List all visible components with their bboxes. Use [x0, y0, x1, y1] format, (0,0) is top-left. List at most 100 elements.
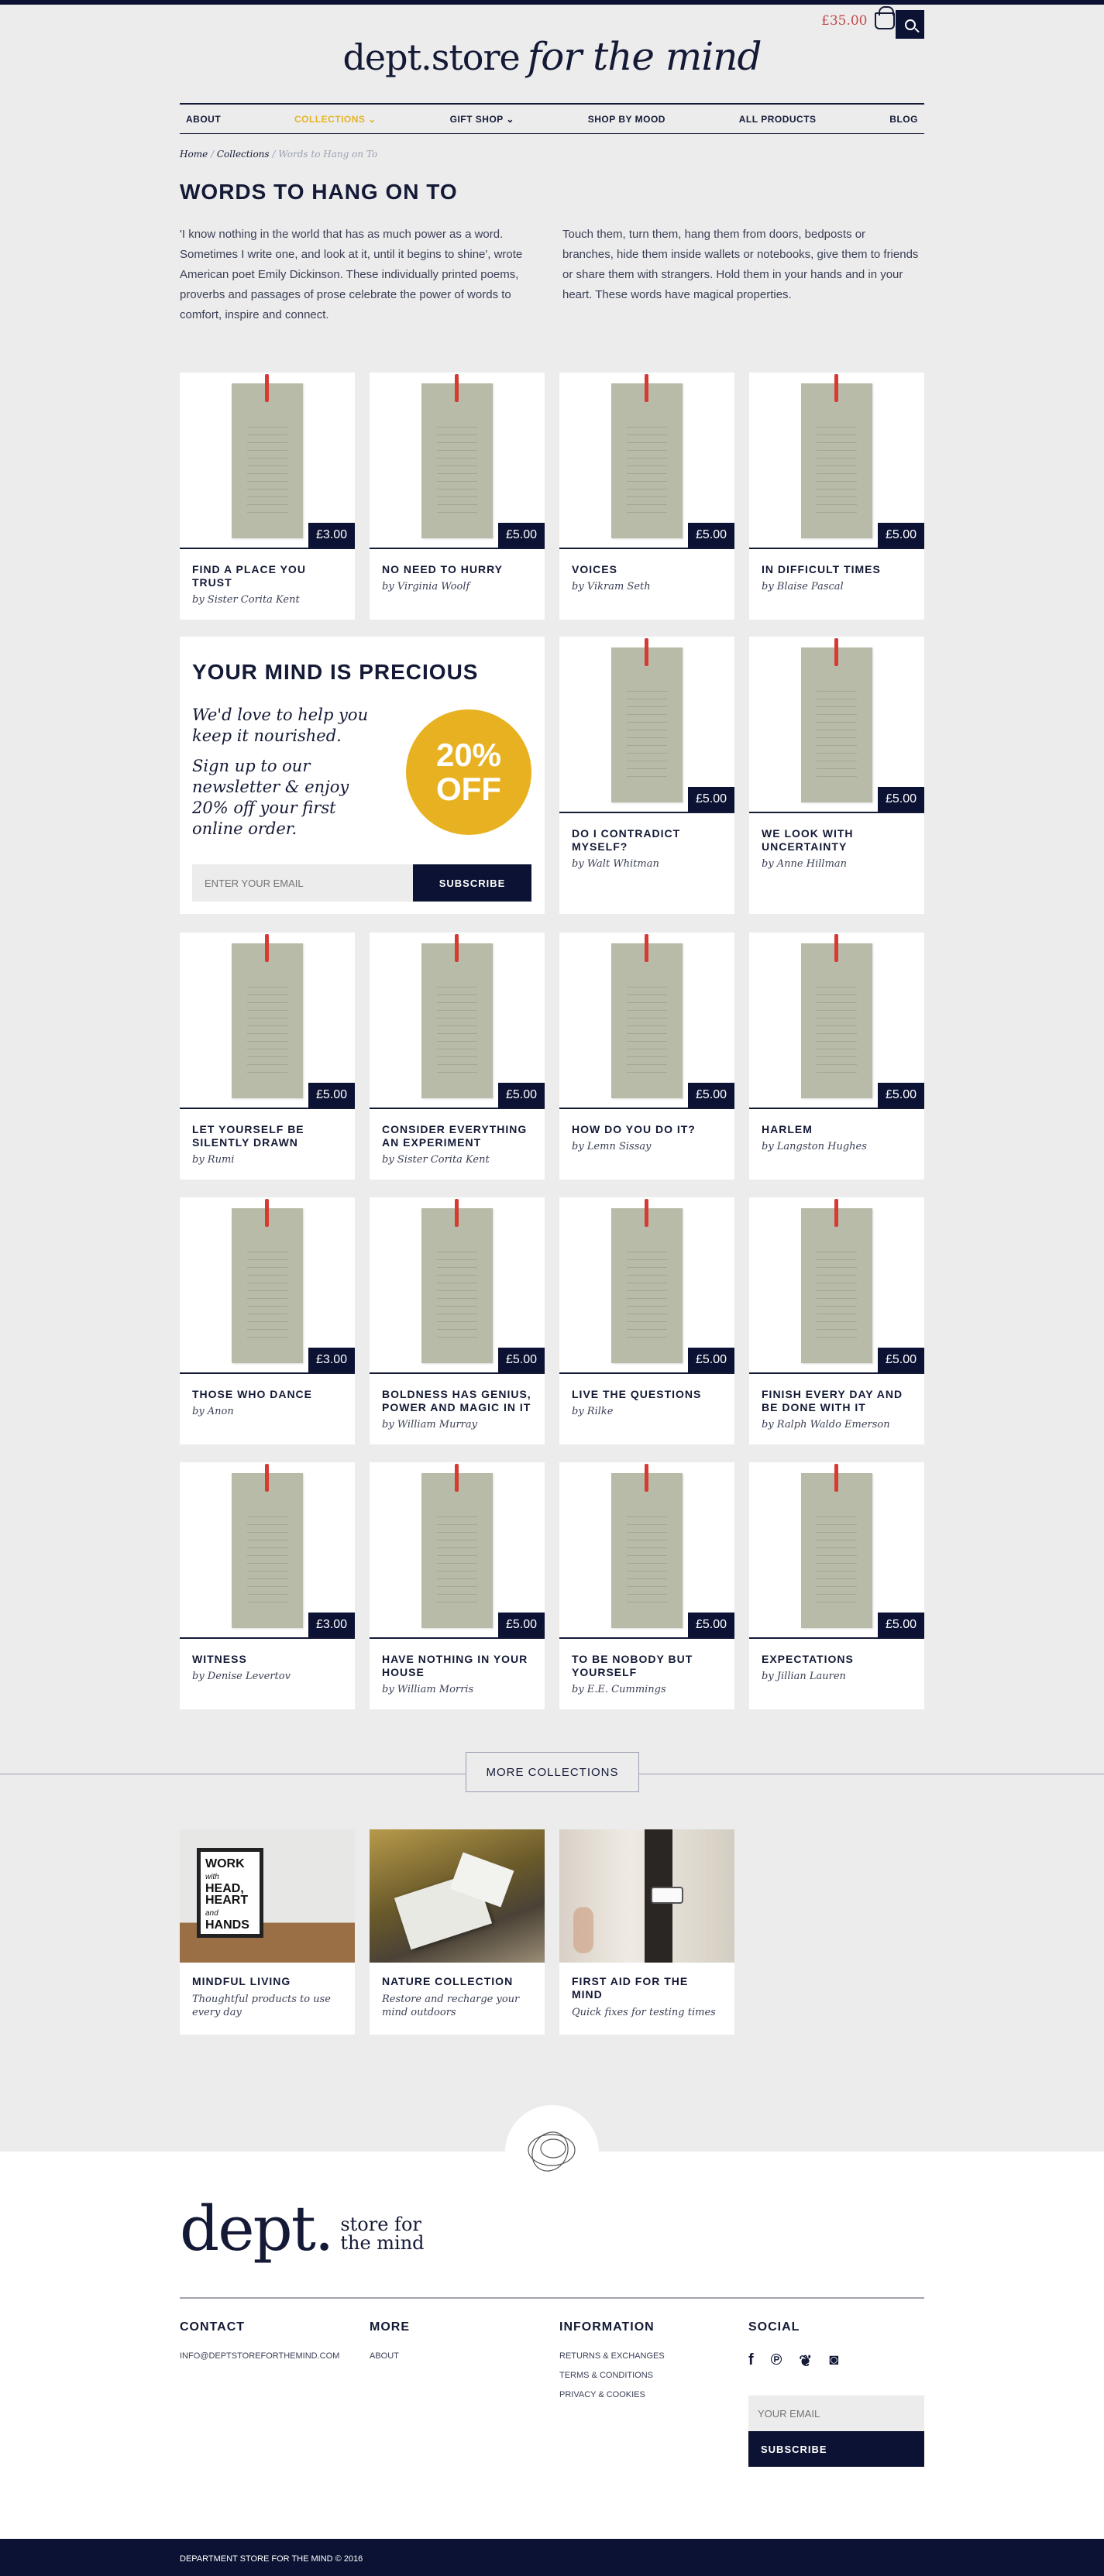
product-name[interactable]: WE LOOK WITH UNCERTAINTY: [762, 827, 912, 854]
contact-email-link[interactable]: INFO@DEPTSTOREFORTHEMIND.COM: [180, 2351, 339, 2361]
price-badge: £5.00: [687, 1613, 734, 1637]
product-card[interactable]: £5.00 EXPECTATIONS by Jillian Lauren: [749, 1462, 924, 1709]
newsletter-promo: YOUR MIND IS PRECIOUS We'd love to help …: [180, 637, 545, 914]
nav-about[interactable]: ABOUT: [186, 114, 221, 125]
nav-blog[interactable]: BLOG: [889, 114, 918, 125]
product-name[interactable]: IN DIFFICULT TIMES: [762, 563, 912, 576]
word-tag-image: [232, 1199, 303, 1363]
product-name[interactable]: CONSIDER EVERYTHING AN EXPERIMENT: [382, 1123, 532, 1149]
product-name[interactable]: THOSE WHO DANCE: [192, 1388, 342, 1401]
footer-email-input[interactable]: [748, 2396, 924, 2431]
twitter-icon[interactable]: ❦: [799, 2351, 812, 2371]
price-badge: £5.00: [687, 1348, 734, 1372]
price-badge: £5.00: [877, 787, 924, 812]
product-card[interactable]: £5.00 DO I CONTRADICT MYSELF? by Walt Whi…: [559, 637, 734, 914]
cart-total[interactable]: £35.00: [821, 13, 867, 29]
product-card[interactable]: £5.00 HARLEM by Langston Hughes: [749, 933, 924, 1180]
footer-subscribe-button[interactable]: SUBSCRIBE: [748, 2431, 924, 2467]
footer-logo[interactable]: dept. store for the mind: [180, 2198, 425, 2260]
promo-email-input[interactable]: [192, 864, 413, 902]
product-name[interactable]: TO BE NOBODY BUT YOURSELF: [572, 1653, 722, 1679]
product-card[interactable]: £5.00 LIVE THE QUESTIONS by Rilke: [559, 1197, 734, 1444]
instagram-icon[interactable]: ◙: [829, 2351, 838, 2371]
collection-name[interactable]: NATURE COLLECTION: [382, 1975, 532, 1988]
collection-card[interactable]: FIRST AID FOR THE MIND Quick fixes for te…: [559, 1829, 734, 2035]
product-author: by Anne Hillman: [762, 858, 848, 870]
breadcrumb-home[interactable]: Home: [180, 149, 208, 160]
product-name[interactable]: HOW DO YOU DO IT?: [572, 1123, 722, 1136]
product-name[interactable]: LET YOURSELF BE SILENTLY DRAWN: [192, 1123, 342, 1149]
product-author: by Sister Corita Kent: [382, 1154, 490, 1166]
product-card[interactable]: £5.00 NO NEED TO HURRY by Virginia Woolf: [370, 373, 545, 620]
product-name[interactable]: NO NEED TO HURRY: [382, 563, 532, 576]
footer-link-returns[interactable]: RETURNS & EXCHANGES: [559, 2351, 665, 2361]
product-name[interactable]: HARLEM: [762, 1123, 912, 1136]
product-card[interactable]: £5.00 IN DIFFICULT TIMES by Blaise Pascal: [749, 373, 924, 620]
product-name[interactable]: EXPECTATIONS: [762, 1653, 912, 1666]
price-badge: £5.00: [497, 523, 545, 548]
product-card[interactable]: £5.00 HOW DO YOU DO IT? by Lemn Sissay: [559, 933, 734, 1180]
copyright-bar: DEPARTMENT STORE FOR THE MIND © 2016: [0, 2539, 1104, 2576]
price-badge: £5.00: [877, 523, 924, 548]
price-badge: £3.00: [308, 523, 355, 548]
breadcrumb-collections[interactable]: Collections: [217, 149, 270, 160]
word-tag-image: [611, 934, 683, 1098]
word-tag-image: [611, 374, 683, 538]
word-tag-image: [611, 638, 683, 802]
more-collections-button[interactable]: MORE COLLECTIONS: [466, 1752, 639, 1792]
product-card[interactable]: £3.00 THOSE WHO DANCE by Anon: [180, 1197, 355, 1444]
product-name[interactable]: HAVE NOTHING IN YOUR HOUSE: [382, 1653, 532, 1679]
promo-subscribe-button[interactable]: SUBSCRIBE: [413, 864, 531, 902]
footer-heading: CONTACT: [180, 2320, 246, 2334]
footer-link-about[interactable]: ABOUT: [370, 2351, 410, 2361]
collection-name[interactable]: MINDFUL LIVING: [192, 1975, 342, 1988]
product-author: by Virginia Woolf: [382, 581, 470, 592]
word-tag-image: [232, 374, 303, 538]
word-tag-image: [421, 1464, 493, 1628]
intro-left: 'I know nothing in the world that has as…: [180, 228, 523, 321]
product-card[interactable]: £3.00 FIND A PLACE YOU TRUST by Sister Co…: [180, 373, 355, 620]
product-author: by Rumi: [192, 1154, 235, 1166]
nav-all-products[interactable]: ALL PRODUCTS: [739, 114, 817, 125]
product-author: by Jillian Lauren: [762, 1671, 846, 1682]
product-card[interactable]: £5.00 LET YOURSELF BE SILENTLY DRAWN by R…: [180, 933, 355, 1180]
collection-card[interactable]: NATURE COLLECTION Restore and recharge yo…: [370, 1829, 545, 2035]
collection-description: Restore and recharge your mind outdoors: [382, 1994, 520, 2018]
product-name[interactable]: DO I CONTRADICT MYSELF?: [572, 827, 722, 854]
price-badge: £5.00: [687, 1083, 734, 1108]
product-name[interactable]: FINISH EVERY DAY AND BE DONE WITH IT: [762, 1388, 912, 1414]
product-card[interactable]: £5.00 TO BE NOBODY BUT YOURSELF by E.E. C…: [559, 1462, 734, 1709]
footer-heading: MORE: [370, 2320, 410, 2334]
product-name[interactable]: BOLDNESS HAS GENIUS, POWER AND MAGIC IN …: [382, 1388, 532, 1414]
breadcrumb: Home / Collections / Words to Hang on To: [180, 149, 378, 160]
product-name[interactable]: VOICES: [572, 563, 722, 576]
product-card[interactable]: £5.00 HAVE NOTHING IN YOUR HOUSE by Willi…: [370, 1462, 545, 1709]
nav-gift-shop[interactable]: GIFT SHOP ⌄: [450, 114, 514, 125]
search-button[interactable]: [896, 10, 924, 39]
promo-lead: We'd love to help you keep it nourished.: [192, 706, 369, 745]
product-card[interactable]: £5.00 CONSIDER EVERYTHING AN EXPERIMENT b…: [370, 933, 545, 1180]
site-logo[interactable]: dept.store for the mind: [0, 34, 1104, 79]
facebook-icon[interactable]: f: [748, 2351, 754, 2371]
product-card[interactable]: £5.00 BOLDNESS HAS GENIUS, POWER AND MAG…: [370, 1197, 545, 1444]
product-name[interactable]: WITNESS: [192, 1653, 342, 1666]
product-card[interactable]: £5.00 VOICES by Vikram Seth: [559, 373, 734, 620]
product-name[interactable]: LIVE THE QUESTIONS: [572, 1388, 722, 1401]
collection-name[interactable]: FIRST AID FOR THE MIND: [572, 1975, 722, 2001]
footer-link-privacy[interactable]: PRIVACY & COOKIES: [559, 2390, 665, 2399]
pinterest-icon[interactable]: ℗: [771, 2351, 782, 2371]
basket-icon[interactable]: [875, 6, 896, 29]
product-card[interactable]: £3.00 WITNESS by Denise Levertov: [180, 1462, 355, 1709]
nav-shop-by-mood[interactable]: SHOP BY MOOD: [588, 114, 665, 125]
promo-title: YOUR MIND IS PRECIOUS: [192, 660, 479, 684]
collection-card[interactable]: WORK with HEAD, HEART and HANDS MINDFUL …: [180, 1829, 355, 2035]
cart[interactable]: £35.00: [821, 6, 896, 29]
product-card[interactable]: £5.00 FINISH EVERY DAY AND BE DONE WITH …: [749, 1197, 924, 1444]
price-badge: £5.00: [687, 523, 734, 548]
footer-link-terms[interactable]: TERMS & CONDITIONS: [559, 2371, 665, 2380]
word-tag-image: [232, 934, 303, 1098]
product-card[interactable]: £5.00 WE LOOK WITH UNCERTAINTY by Anne Hi…: [749, 637, 924, 914]
product-name[interactable]: FIND A PLACE YOU TRUST: [192, 563, 342, 589]
price-badge: £5.00: [877, 1083, 924, 1108]
nav-collections[interactable]: COLLECTIONS ⌄: [294, 114, 377, 125]
